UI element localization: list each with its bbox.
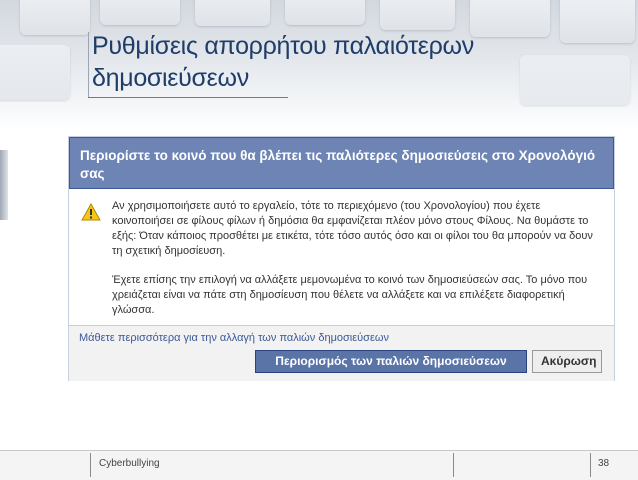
background-key [380, 0, 455, 30]
slide-footer: Cyberbullying 38 [0, 450, 638, 480]
title-underline [88, 97, 288, 98]
warning-paragraph: Αν χρησιμοποιήσετε αυτό το εργαλείο, τότ… [112, 200, 593, 257]
background-key [0, 45, 70, 100]
dialog-body: Αν χρησιμοποιήσετε αυτό το εργαλείο, τότ… [69, 189, 614, 318]
decorative-edge [0, 150, 8, 220]
background-key [285, 0, 365, 25]
privacy-dialog: Περιορίστε το κοινό που θα βλέπει τις πα… [68, 136, 615, 381]
limit-old-posts-button[interactable]: Περιορισμός των παλιών δημοσιεύσεων [255, 350, 527, 373]
footer-divider [90, 453, 91, 477]
warning-triangle-icon [81, 203, 101, 221]
footer-title: Cyberbullying [99, 458, 160, 469]
background-key [100, 0, 180, 25]
title-vertical-rule [88, 32, 89, 98]
info-paragraph: Έχετε επίσης την επιλογή να αλλάξετε μεμ… [112, 274, 588, 316]
learn-more-link[interactable]: Μάθετε περισσότερα για την αλλαγή των πα… [79, 332, 389, 344]
footer-divider [453, 453, 454, 477]
dialog-header: Περιορίστε το κοινό που θα βλέπει τις πα… [69, 137, 614, 189]
slide-title: Ρυθμίσεις απορρήτου παλαιότερων δημοσιεύ… [92, 32, 474, 92]
background-key [20, 0, 90, 35]
dialog-footer: Μάθετε περισσότερα για την αλλαγή των πα… [69, 325, 614, 381]
footer-divider [590, 453, 591, 477]
page-number: 38 [598, 458, 610, 469]
cancel-button[interactable]: Ακύρωση [532, 350, 602, 373]
background-key [195, 0, 270, 26]
dialog-title: Περιορίστε το κοινό που θα βλέπει τις πα… [80, 148, 596, 181]
